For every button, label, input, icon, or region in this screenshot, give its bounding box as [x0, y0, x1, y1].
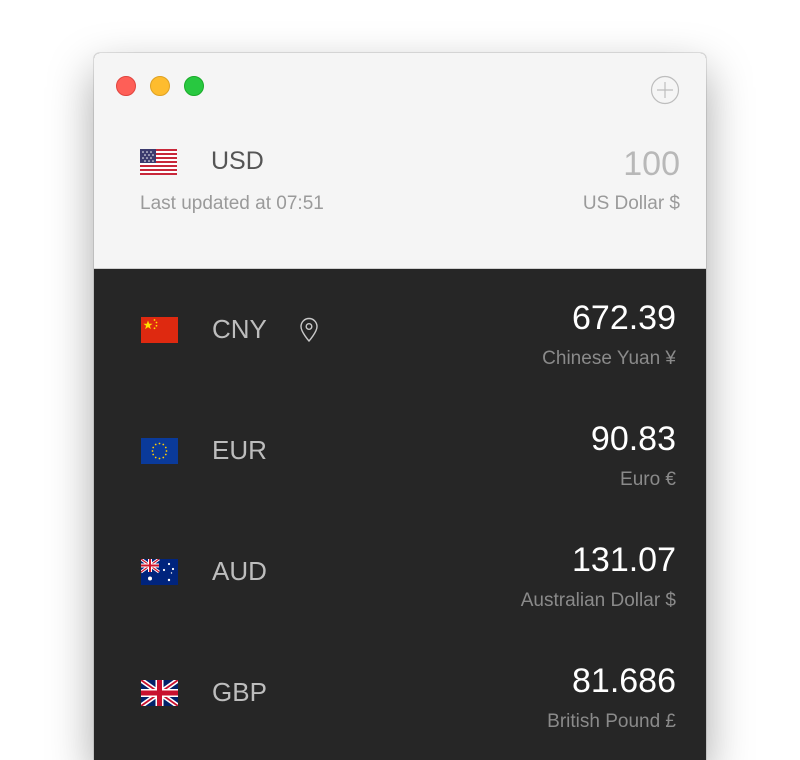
plus-circle-icon[interactable]	[650, 75, 680, 105]
base-currency-name: US Dollar $	[582, 193, 680, 214]
currency-name: Australian Dollar $	[520, 590, 676, 611]
last-updated-text: Last updated at 07:51	[140, 193, 324, 214]
maximize-window-button[interactable]	[184, 76, 204, 96]
app-window: USD 100 Last updated at 07:51 US Dollar …	[94, 53, 706, 760]
converted-value: 81.686	[572, 662, 676, 700]
us-flag-icon	[140, 149, 177, 175]
currency-row-gbp[interactable]: GBP 81.686 British Pound £	[94, 632, 706, 753]
converted-value: 90.83	[590, 420, 676, 458]
australia-flag-icon	[141, 559, 178, 585]
uk-flag-icon	[141, 680, 178, 706]
currency-name: Euro €	[620, 469, 676, 490]
currency-code: AUD	[212, 556, 267, 586]
currency-name: British Pound £	[547, 711, 676, 732]
base-amount-input[interactable]: 100	[623, 145, 680, 184]
base-currency-header: USD 100 Last updated at 07:51 US Dollar …	[94, 53, 706, 269]
eu-flag-icon	[141, 438, 178, 464]
base-currency-code[interactable]: USD	[211, 147, 264, 176]
converted-value: 131.07	[572, 541, 676, 579]
minimize-window-button[interactable]	[150, 76, 170, 96]
currency-row-eur[interactable]: EUR 90.83 Euro €	[94, 390, 706, 511]
currency-name: Chinese Yuan ¥	[542, 348, 676, 369]
converted-value: 672.39	[572, 299, 676, 337]
currency-row-cny[interactable]: CNY 672.39 Chinese Yuan ¥	[94, 269, 706, 390]
currency-code: EUR	[212, 435, 267, 465]
china-flag-icon	[141, 317, 178, 343]
location-pin-icon	[300, 317, 318, 343]
currency-row-aud[interactable]: AUD 131.07 Australian Dollar $	[94, 511, 706, 632]
currency-code: CNY	[212, 314, 267, 344]
close-window-button[interactable]	[116, 76, 136, 96]
currency-code: GBP	[212, 677, 267, 707]
